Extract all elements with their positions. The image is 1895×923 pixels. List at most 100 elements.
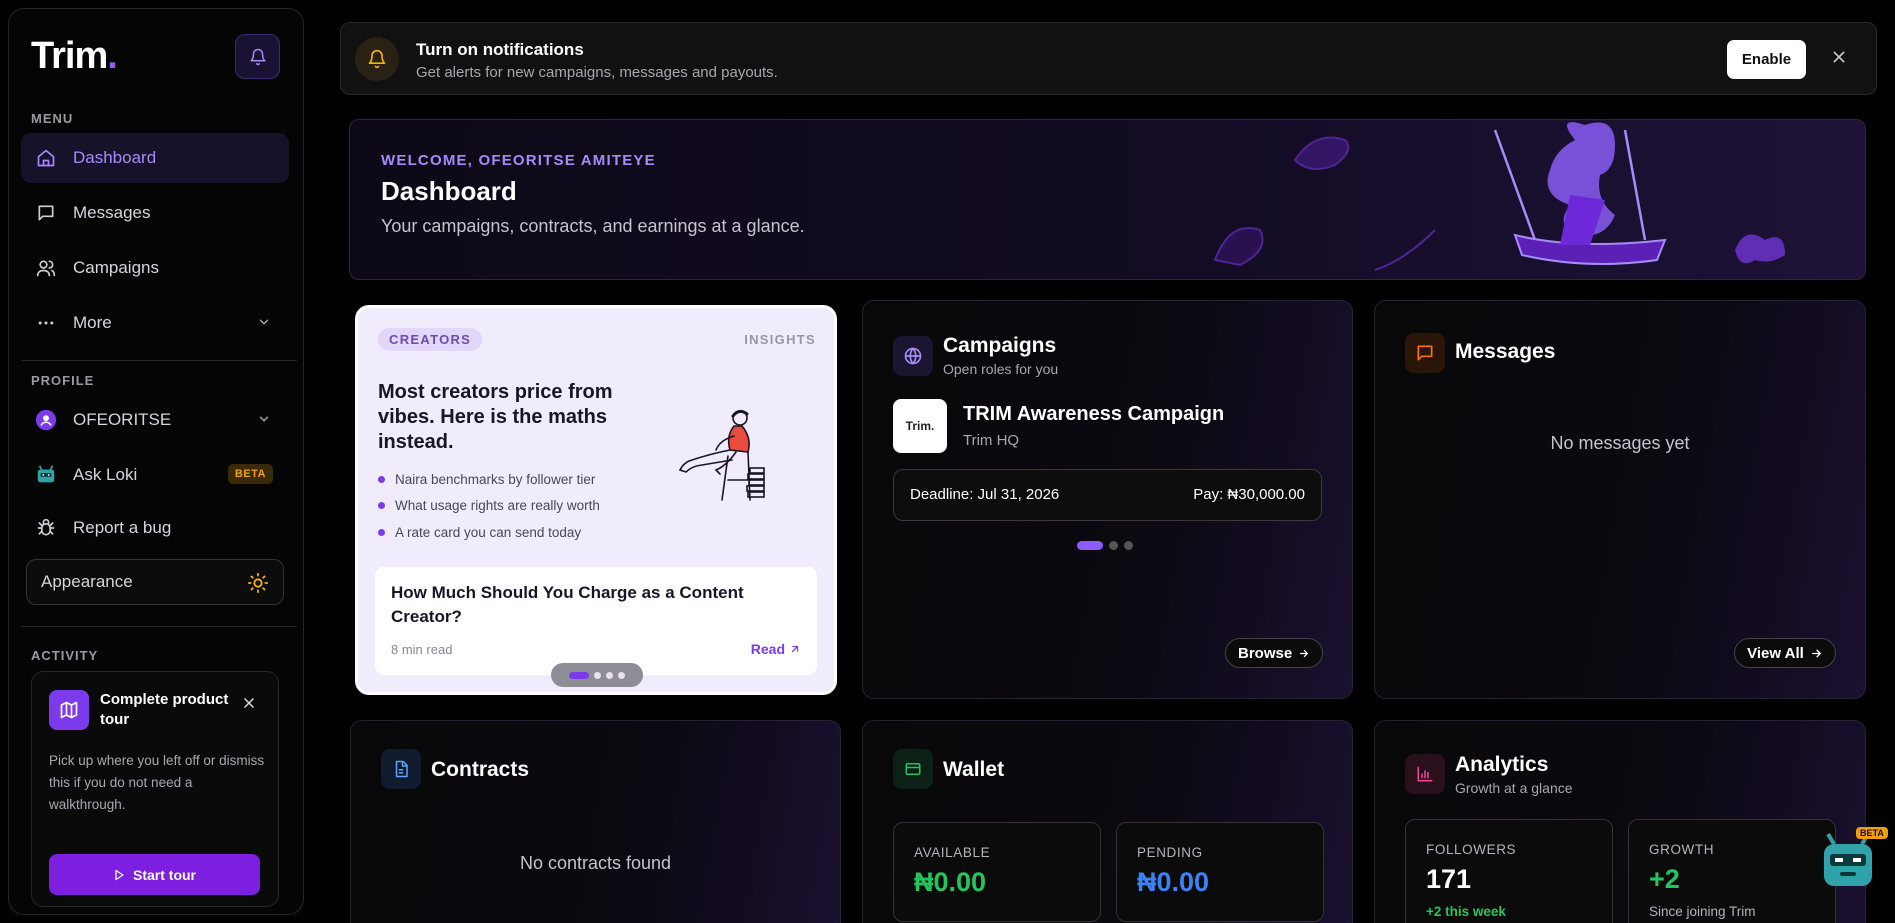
stat-label: AVAILABLE — [914, 845, 991, 860]
view-all-button[interactable]: View All — [1734, 638, 1836, 668]
list-item: Naira benchmarks by follower tier — [378, 466, 600, 493]
tour-title: Complete product tour — [100, 691, 229, 728]
bell-icon — [250, 48, 265, 65]
globe-icon — [893, 336, 933, 376]
bell-icon — [355, 37, 399, 81]
sidebar-item-campaigns[interactable]: Campaigns — [21, 243, 289, 293]
message-icon — [1405, 333, 1445, 373]
sidebar-item-ask-loki[interactable]: Ask Loki BETA — [21, 450, 289, 500]
sidebar-item-label: Dashboard — [73, 148, 157, 167]
contracts-card: Contracts No contracts found — [350, 720, 841, 923]
appearance-toggle[interactable]: Appearance — [26, 559, 284, 605]
menu-section-label: MENU — [31, 111, 74, 126]
sidebar-item-label: Messages — [73, 203, 151, 222]
close-icon[interactable] — [1831, 49, 1847, 65]
campaign-org: Trim HQ — [963, 432, 1020, 449]
profile-section-label: PROFILE — [31, 373, 95, 388]
campaigns-card: Campaigns Open roles for you Trim. TRIM … — [862, 300, 1353, 699]
sidebar: Trim. MENU Dashboard Messages Campaigns … — [8, 8, 304, 915]
ask-loki-floating-button[interactable]: BETA — [1818, 827, 1888, 899]
arrow-right-icon — [1811, 649, 1822, 657]
carousel-dot[interactable] — [618, 671, 625, 679]
stat-value: ₦0.00 — [1137, 867, 1210, 897]
sun-icon — [247, 572, 269, 594]
chevron-down-icon — [259, 319, 269, 325]
start-tour-button[interactable]: Start tour — [49, 854, 260, 895]
browse-button[interactable]: Browse — [1225, 638, 1323, 668]
page-subtitle: Your campaigns, contracts, and earnings … — [381, 216, 805, 236]
notification-subtitle: Get alerts for new campaigns, messages a… — [416, 64, 778, 81]
carousel-dot[interactable] — [606, 671, 613, 679]
insights-tag: INSIGHTS — [744, 332, 816, 347]
home-icon — [35, 147, 57, 169]
read-link[interactable]: Read — [751, 641, 801, 657]
enable-notifications-button[interactable]: Enable — [1727, 40, 1806, 79]
stat-value: +2 — [1649, 864, 1680, 894]
start-tour-label: Start tour — [133, 866, 196, 883]
beta-badge: BETA — [227, 464, 273, 484]
analytics-card: Analytics Growth at a glance FOLLOWERS 1… — [1374, 720, 1866, 923]
profile-name: OFEORITSE — [73, 410, 172, 429]
product-tour-card: Complete product tour Pick up where you … — [31, 671, 279, 907]
welcome-banner: WELCOME, OFEORITSE AMITEYE Dashboard You… — [349, 119, 1866, 280]
arrow-up-right-icon — [791, 645, 799, 653]
bar-chart-icon — [1405, 754, 1445, 794]
category-badge: CREATORS — [378, 328, 483, 351]
campaign-pay: Pay: ₦30,000.00 — [1193, 486, 1305, 503]
app-logo[interactable]: Trim. — [31, 35, 118, 78]
read-time: 8 min read — [391, 642, 453, 657]
sidebar-item-label: More — [73, 313, 112, 332]
sidebar-item-messages[interactable]: Messages — [21, 188, 289, 238]
bug-icon — [35, 517, 57, 539]
sidebar-item-report-bug[interactable]: Report a bug — [21, 503, 289, 553]
list-item: What usage rights are really worth — [378, 493, 600, 520]
pending-balance: PENDING ₦0.00 — [1116, 822, 1324, 922]
messages-card: Messages No messages yet View All — [1374, 300, 1866, 699]
insight-headline: Most creators price from vibes. Here is … — [378, 381, 613, 453]
robot-icon — [35, 464, 57, 486]
followers-delta: +2 this week — [1426, 904, 1506, 919]
carousel-dot[interactable] — [1077, 541, 1103, 550]
map-icon — [49, 690, 89, 730]
carousel-dot[interactable] — [594, 671, 601, 679]
tour-description: Pick up where you left off or dismiss th… — [49, 753, 265, 812]
sidebar-item-label: Campaigns — [73, 258, 159, 277]
close-icon[interactable] — [242, 696, 256, 710]
beta-badge: BETA — [1856, 827, 1888, 839]
article-card[interactable]: How Much Should You Charge as a Content … — [375, 567, 817, 675]
campaign-deadline: Deadline: Jul 31, 2026 — [910, 486, 1060, 503]
contracts-title: Contracts — [431, 758, 530, 781]
notification-banner: Turn on notifications Get alerts for new… — [340, 22, 1877, 95]
reading-person-illustration — [678, 409, 765, 501]
appearance-label: Appearance — [41, 572, 133, 591]
list-item: A rate card you can send today — [378, 519, 600, 546]
carousel-indicator[interactable] — [1077, 541, 1133, 550]
notifications-button[interactable] — [235, 34, 280, 79]
divider — [21, 626, 297, 627]
message-icon — [35, 202, 57, 224]
carousel-dot[interactable] — [569, 671, 589, 679]
notification-title: Turn on notifications — [416, 40, 584, 59]
swing-illustration — [1213, 122, 1785, 271]
sidebar-item-dashboard[interactable]: Dashboard — [21, 133, 289, 183]
campaign-logo: Trim. — [893, 399, 947, 453]
insights-card[interactable]: CREATORS INSIGHTS Most creators price fr… — [355, 305, 837, 695]
available-balance: AVAILABLE ₦0.00 — [893, 822, 1101, 922]
sidebar-item-more[interactable]: More — [21, 298, 289, 348]
campaigns-subtitle: Open roles for you — [943, 361, 1059, 377]
play-icon — [115, 869, 124, 880]
messages-title: Messages — [1455, 340, 1556, 363]
divider — [21, 360, 297, 361]
document-icon — [381, 749, 421, 789]
insight-bullets: Naira benchmarks by follower tier What u… — [378, 466, 600, 546]
carousel-dot[interactable] — [1124, 541, 1133, 550]
sidebar-item-label: Report a bug — [73, 518, 172, 537]
carousel-dot[interactable] — [1109, 541, 1118, 550]
growth-note: Since joining Trim — [1649, 904, 1756, 919]
profile-menu[interactable]: OFEORITSE — [21, 395, 289, 445]
avatar — [35, 409, 57, 431]
wallet-card: Wallet AVAILABLE ₦0.00 PENDING ₦0.00 — [862, 720, 1353, 923]
carousel-indicator[interactable] — [551, 663, 643, 687]
campaigns-title: Campaigns — [943, 334, 1057, 357]
stat-label: FOLLOWERS — [1426, 842, 1517, 857]
